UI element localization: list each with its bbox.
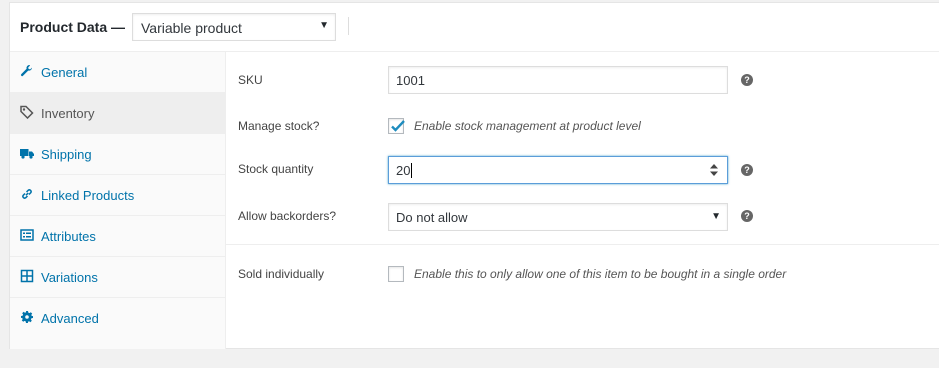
tab-advanced[interactable]: Advanced [10, 298, 225, 339]
tab-inventory-label: Inventory [41, 106, 95, 121]
tab-shipping[interactable]: Shipping [10, 134, 225, 175]
manage-stock-label: Manage stock? [238, 119, 320, 133]
tab-variations[interactable]: Variations [10, 257, 225, 298]
truck-icon [20, 149, 34, 159]
sold-individually-label: Sold individually [238, 267, 325, 281]
chevron-down-icon: ▼ [711, 211, 721, 222]
header-separator [348, 17, 349, 35]
tab-shipping-label: Shipping [41, 147, 92, 162]
backorders-value: Do not allow [396, 210, 468, 225]
tab-linked-products-label: Linked Products [41, 188, 135, 203]
product-data-panel: Product Data — Variable product ▼ Genera… [9, 2, 939, 349]
list-icon [20, 229, 34, 241]
backorders-label: Allow backorders? [238, 209, 337, 223]
section-divider [226, 244, 939, 245]
chevron-down-icon: ▼ [319, 20, 329, 31]
product-data-tabs: General Inventory Shipping Linked Produc… [10, 52, 226, 349]
tab-linked-products[interactable]: Linked Products [10, 175, 225, 216]
gear-icon [21, 311, 33, 323]
tag-icon [20, 105, 34, 119]
number-spinner-icon[interactable] [709, 162, 719, 178]
sold-individually-description: Enable this to only allow one of this it… [414, 267, 787, 281]
product-data-header: Product Data — Variable product ▼ [10, 3, 939, 52]
help-icon[interactable]: ? [741, 164, 753, 176]
manage-stock-checkbox[interactable] [388, 118, 405, 134]
sku-label: SKU [238, 73, 263, 87]
manage-stock-description: Enable stock management at product level [414, 119, 641, 133]
tab-attributes[interactable]: Attributes [10, 216, 225, 257]
stock-quantity-input[interactable]: 20 [388, 156, 728, 184]
help-icon[interactable]: ? [741, 210, 753, 222]
tab-general[interactable]: General [10, 52, 225, 93]
checkmark-icon [391, 120, 405, 132]
sold-individually-checkbox[interactable] [388, 266, 404, 282]
link-icon [22, 189, 32, 199]
tab-general-label: General [41, 65, 88, 80]
product-type-value: Variable product [141, 20, 242, 36]
grid-icon [20, 269, 34, 283]
backorders-select[interactable]: Do not allow ▼ [388, 203, 728, 231]
wrench-icon [20, 64, 32, 77]
sku-input[interactable]: 1001 [388, 66, 728, 94]
help-icon[interactable]: ? [741, 74, 753, 86]
tab-attributes-label: Attributes [41, 229, 96, 244]
product-type-select[interactable]: Variable product ▼ [132, 13, 336, 41]
tab-variations-label: Variations [41, 270, 98, 285]
tab-advanced-label: Advanced [41, 311, 99, 326]
stock-quantity-label: Stock quantity [238, 162, 314, 176]
stock-quantity-value: 20 [396, 163, 411, 178]
tab-inventory[interactable]: Inventory [10, 93, 225, 134]
product-data-title: Product Data — [20, 19, 126, 35]
sku-value: 1001 [396, 73, 425, 88]
text-caret [411, 163, 412, 178]
